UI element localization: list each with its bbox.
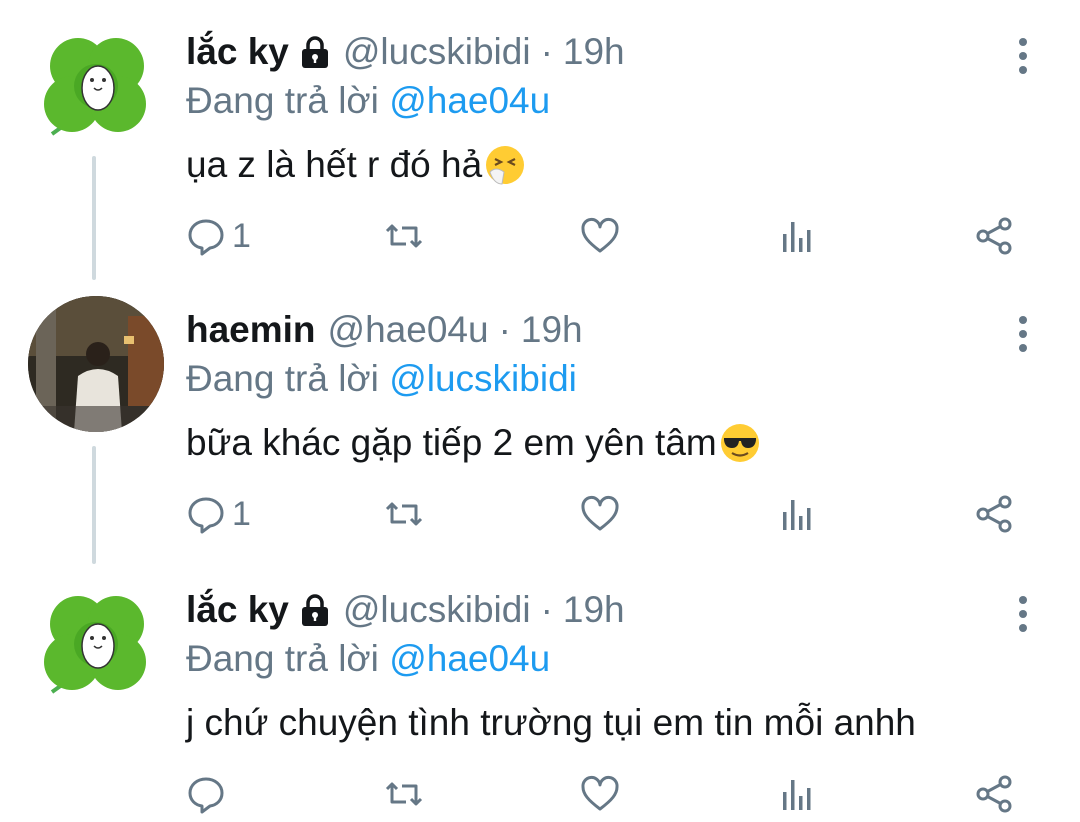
share-button[interactable] <box>974 772 1014 816</box>
avatar[interactable] <box>28 296 164 432</box>
tweet-body: bữa khác gặp tiếp 2 em yên tâm <box>186 422 717 463</box>
separator-dot: · <box>498 309 511 350</box>
like-button[interactable] <box>580 214 620 258</box>
avatar[interactable] <box>28 18 164 154</box>
tweet-text: j chứ chuyện tình trường tụi em tin mỗi … <box>186 702 916 744</box>
reply-button[interactable]: 1 <box>186 214 251 258</box>
reply-button[interactable]: 1 <box>186 492 251 536</box>
display-name[interactable]: lắc ky <box>186 589 289 631</box>
retweet-icon <box>385 502 423 526</box>
analytics-icon <box>783 222 811 252</box>
mention-link[interactable]: @hae04u <box>389 80 550 121</box>
reply-button[interactable] <box>186 772 232 816</box>
lock-icon <box>297 34 333 70</box>
tweet[interactable]: lắc ky @lucskibidi · 19h Đang trả lời @h… <box>0 576 1080 819</box>
analytics-button[interactable] <box>778 214 818 258</box>
reply-icon <box>188 497 224 534</box>
tweet-body: j chứ chuyện tình trường tụi em tin mỗi … <box>186 702 916 743</box>
user-handle[interactable]: @lucskibidi <box>343 31 531 73</box>
analytics-icon <box>783 500 811 530</box>
retweet-button[interactable] <box>384 492 424 536</box>
tweet-header: lắc ky @lucskibidi · 19h <box>186 26 625 78</box>
share-button[interactable] <box>974 214 1014 258</box>
like-icon <box>581 218 619 253</box>
profile-photo-image <box>28 296 164 432</box>
tweet[interactable]: lắc ky @lucskibidi · 19h Đang trả lời @h… <box>0 18 1080 296</box>
clover-avatar-image <box>44 596 146 694</box>
separator-dot: · <box>540 589 553 630</box>
display-name[interactable]: lắc ky <box>186 31 289 73</box>
user-handle[interactable]: @lucskibidi <box>343 589 531 631</box>
avatar[interactable] <box>28 576 164 712</box>
replying-to: Đang trả lời @lucskibidi <box>186 358 577 400</box>
more-options-icon[interactable] <box>1008 36 1038 76</box>
lock-icon <box>297 592 333 628</box>
reply-count: 1 <box>232 494 251 533</box>
tweet[interactable]: haemin @hae04u · 19h Đang trả lời @lucsk… <box>0 296 1080 574</box>
tweet-header: haemin @hae04u · 19h <box>186 304 583 356</box>
tweet-header: lắc ky @lucskibidi · 19h <box>186 584 625 636</box>
replying-to: Đang trả lời @hae04u <box>186 638 550 680</box>
action-bar: 1 <box>0 492 1080 542</box>
reply-icon <box>188 219 224 256</box>
share-icon <box>976 495 1012 533</box>
share-icon <box>976 217 1012 255</box>
like-button[interactable] <box>580 492 620 536</box>
share-button[interactable] <box>974 492 1014 536</box>
clover-avatar-image <box>44 38 146 136</box>
analytics-icon <box>783 780 811 810</box>
replying-to: Đang trả lời @hae04u <box>186 80 550 122</box>
share-icon <box>976 775 1012 813</box>
timestamp[interactable]: 19h <box>563 589 625 631</box>
separator-dot: · <box>540 31 553 72</box>
replying-prefix: Đang trả lời <box>186 358 379 399</box>
action-bar <box>0 772 1080 822</box>
tweet-text: ụa z là hết r đó hả <box>186 144 526 186</box>
like-button[interactable] <box>580 772 620 816</box>
analytics-button[interactable] <box>778 772 818 816</box>
retweet-icon <box>385 782 423 806</box>
mention-link[interactable]: @lucskibidi <box>389 358 577 399</box>
analytics-button[interactable] <box>778 492 818 536</box>
sneezing-face-icon <box>484 144 526 186</box>
tweet-body: ụa z là hết r đó hả <box>186 144 483 185</box>
display-name[interactable]: haemin <box>186 309 316 351</box>
like-icon <box>581 776 619 811</box>
retweet-icon <box>385 224 423 248</box>
timestamp[interactable]: 19h <box>521 309 583 351</box>
tweet-text: bữa khác gặp tiếp 2 em yên tâm <box>186 422 761 464</box>
more-options-icon[interactable] <box>1008 314 1038 354</box>
user-handle[interactable]: @hae04u <box>328 309 489 351</box>
more-options-icon[interactable] <box>1008 594 1038 634</box>
mention-link[interactable]: @hae04u <box>389 638 550 679</box>
replying-prefix: Đang trả lời <box>186 638 379 679</box>
replying-prefix: Đang trả lời <box>186 80 379 121</box>
like-icon <box>581 496 619 531</box>
retweet-button[interactable] <box>384 214 424 258</box>
reply-icon <box>188 777 224 814</box>
retweet-button[interactable] <box>384 772 424 816</box>
action-bar: 1 <box>0 214 1080 264</box>
sunglasses-face-icon <box>719 422 761 464</box>
timestamp[interactable]: 19h <box>563 31 625 73</box>
reply-count: 1 <box>232 216 251 255</box>
